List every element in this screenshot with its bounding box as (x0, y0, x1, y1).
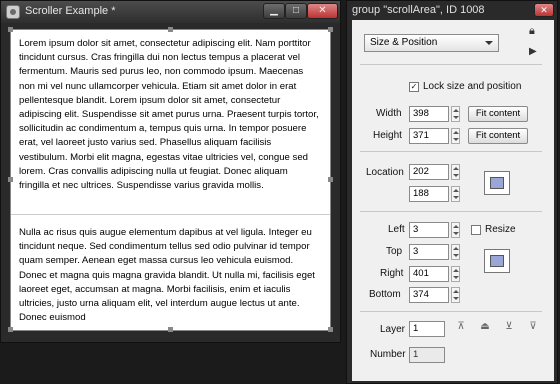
divider (360, 64, 542, 65)
resize-handle-top-right[interactable] (328, 27, 333, 32)
number-label: Number (370, 349, 406, 360)
layer-field[interactable]: 1 (409, 321, 445, 337)
resize-checkbox[interactable] (471, 225, 481, 235)
location-x-stepper[interactable] (451, 164, 460, 180)
resize-handle-left[interactable] (8, 177, 13, 182)
top-field[interactable]: 3 (409, 244, 449, 260)
bottom-field[interactable]: 374 (409, 287, 449, 303)
height-label: Height (373, 130, 402, 141)
maximize-button[interactable]: □ (285, 3, 307, 19)
left-stepper[interactable] (451, 222, 460, 238)
resize-handle-right[interactable] (328, 177, 333, 182)
minimize-button[interactable]: ▁ (263, 3, 285, 19)
inspector-window: group "scrollArea", ID 1008 ✕ Size & Pos… (346, 0, 558, 384)
scroller-window: Scroller Example * ▁ □ ✕ Lorem ipsum dol… (0, 0, 341, 343)
fit-content-height-button[interactable]: Fit content (468, 128, 528, 144)
inspector-close-button[interactable]: ✕ (534, 3, 554, 17)
width-field[interactable]: 398 (409, 106, 449, 122)
width-stepper[interactable] (451, 106, 460, 122)
resize-handle-bottom-left[interactable] (8, 327, 13, 332)
height-stepper[interactable] (451, 128, 460, 144)
scroller-titlebar[interactable]: Scroller Example * ▁ □ ✕ (1, 1, 340, 23)
location-y-field[interactable]: 188 (409, 186, 449, 202)
lock-icon[interactable]: 🔒︎ (529, 25, 535, 38)
paragraph-divider (11, 214, 330, 215)
window-title: Scroller Example * (25, 5, 116, 17)
send-to-back-icon[interactable]: ⊼ (454, 320, 468, 334)
lock-size-checkbox[interactable]: ✓ (409, 82, 419, 92)
top-label: Top (386, 246, 403, 257)
divider (360, 151, 542, 152)
location-label: Location (366, 167, 404, 178)
resize-label: Resize (485, 224, 516, 235)
location-preview-icon (484, 171, 510, 195)
paragraph-2: Nulla ac risus quis augue elementum dapi… (19, 227, 315, 324)
left-field[interactable]: 3 (409, 222, 449, 238)
resize-handle-bottom[interactable] (168, 327, 173, 332)
fit-content-width-button[interactable]: Fit content (468, 106, 528, 122)
top-stepper[interactable] (451, 244, 460, 260)
move-forward-icon[interactable]: ⊻ (502, 320, 516, 334)
lock-size-label: Lock size and position (423, 81, 522, 92)
location-x-field[interactable]: 202 (409, 164, 449, 180)
resize-handle-bottom-right[interactable] (328, 327, 333, 332)
layer-label: Layer (380, 324, 406, 335)
app-icon (6, 5, 20, 19)
left-label: Left (388, 224, 405, 235)
divider (360, 211, 542, 212)
height-field[interactable]: 371 (409, 128, 449, 144)
chevron-down-icon (485, 41, 493, 45)
right-field[interactable]: 401 (409, 266, 449, 282)
section-select[interactable]: Size & Position (364, 34, 499, 52)
right-label: Right (380, 268, 404, 279)
bottom-label: Bottom (369, 289, 401, 300)
paragraph-1: Lorem ipsum dolor sit amet, consectetur … (19, 38, 319, 192)
play-icon[interactable]: ▶ (529, 46, 537, 57)
bottom-stepper[interactable] (451, 287, 460, 303)
resize-handle-top-left[interactable] (8, 27, 13, 32)
bounds-preview-icon (484, 249, 510, 273)
width-label: Width (376, 108, 402, 119)
resize-handle-top[interactable] (168, 27, 173, 32)
number-field: 1 (409, 347, 445, 363)
location-y-stepper[interactable] (451, 186, 460, 202)
scroll-area[interactable]: Lorem ipsum dolor sit amet, consectetur … (10, 29, 331, 331)
inspector-panel: Size & Position 🔒︎ ▶ ✓ Lock size and pos… (352, 20, 554, 381)
inspector-title: group "scrollArea", ID 1008 (352, 4, 485, 16)
section-select-value: Size & Position (370, 37, 438, 48)
bring-to-front-icon[interactable]: ⊽ (526, 320, 540, 334)
divider (360, 311, 542, 312)
right-stepper[interactable] (451, 266, 460, 282)
move-backward-icon[interactable]: ⏏ (478, 320, 492, 334)
close-button[interactable]: ✕ (307, 3, 338, 19)
